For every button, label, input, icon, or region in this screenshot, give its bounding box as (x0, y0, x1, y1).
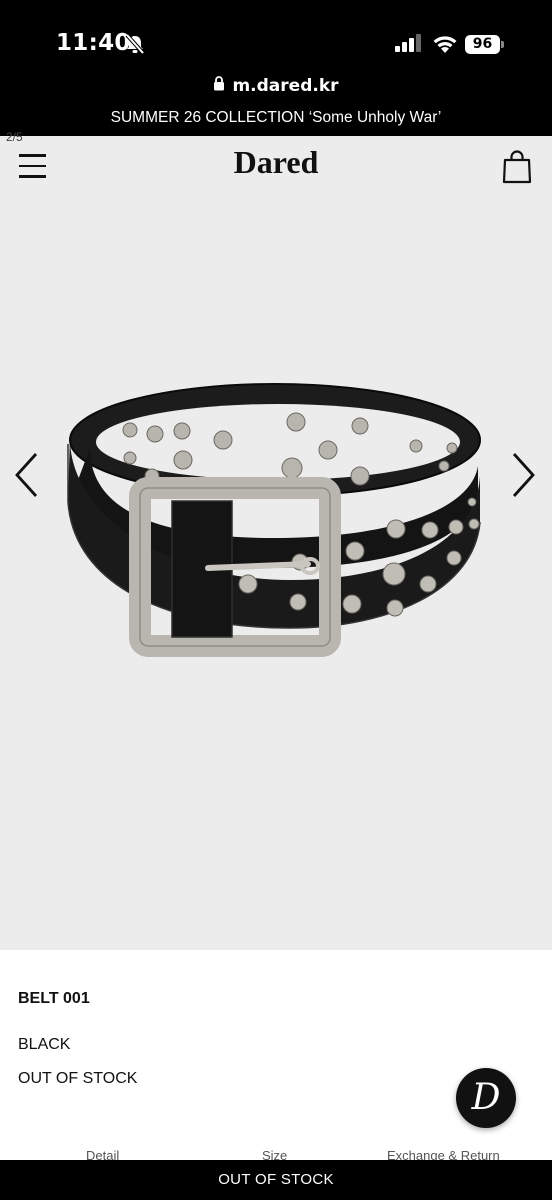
url-text: m.dared.kr (232, 76, 339, 96)
slide-counter: 2/5 (6, 130, 23, 144)
shopping-bag-icon[interactable] (502, 150, 532, 189)
stock-status: OUT OF STOCK (18, 1070, 138, 1087)
out-of-stock-button[interactable]: OUT OF STOCK (0, 1160, 552, 1200)
brand-d-logo-icon[interactable]: D (456, 1068, 516, 1128)
product-color: BLACK (18, 1036, 71, 1053)
brand-letter: D (471, 1077, 501, 1118)
bell-slash-icon (124, 33, 146, 59)
address-bar[interactable]: m.dared.kr (0, 70, 552, 104)
status-time: 11:40 (56, 30, 131, 56)
product-info (0, 950, 552, 1160)
product-image[interactable] (60, 196, 490, 955)
chevron-right-icon[interactable] (508, 452, 538, 503)
wifi-icon (432, 34, 458, 59)
signal-icon (395, 34, 423, 57)
announcement-banner[interactable]: SUMMER 26 COLLECTION ‘Some Unholy War’ (0, 104, 552, 136)
site-logo[interactable]: Dared (0, 144, 552, 181)
chevron-left-icon[interactable] (12, 452, 42, 503)
battery-icon: 96 (465, 35, 500, 54)
battery-tip (501, 41, 504, 48)
status-bar: 11:40 96 (0, 0, 552, 70)
product-name: BELT 001 (18, 990, 90, 1007)
lock-icon (213, 76, 225, 96)
